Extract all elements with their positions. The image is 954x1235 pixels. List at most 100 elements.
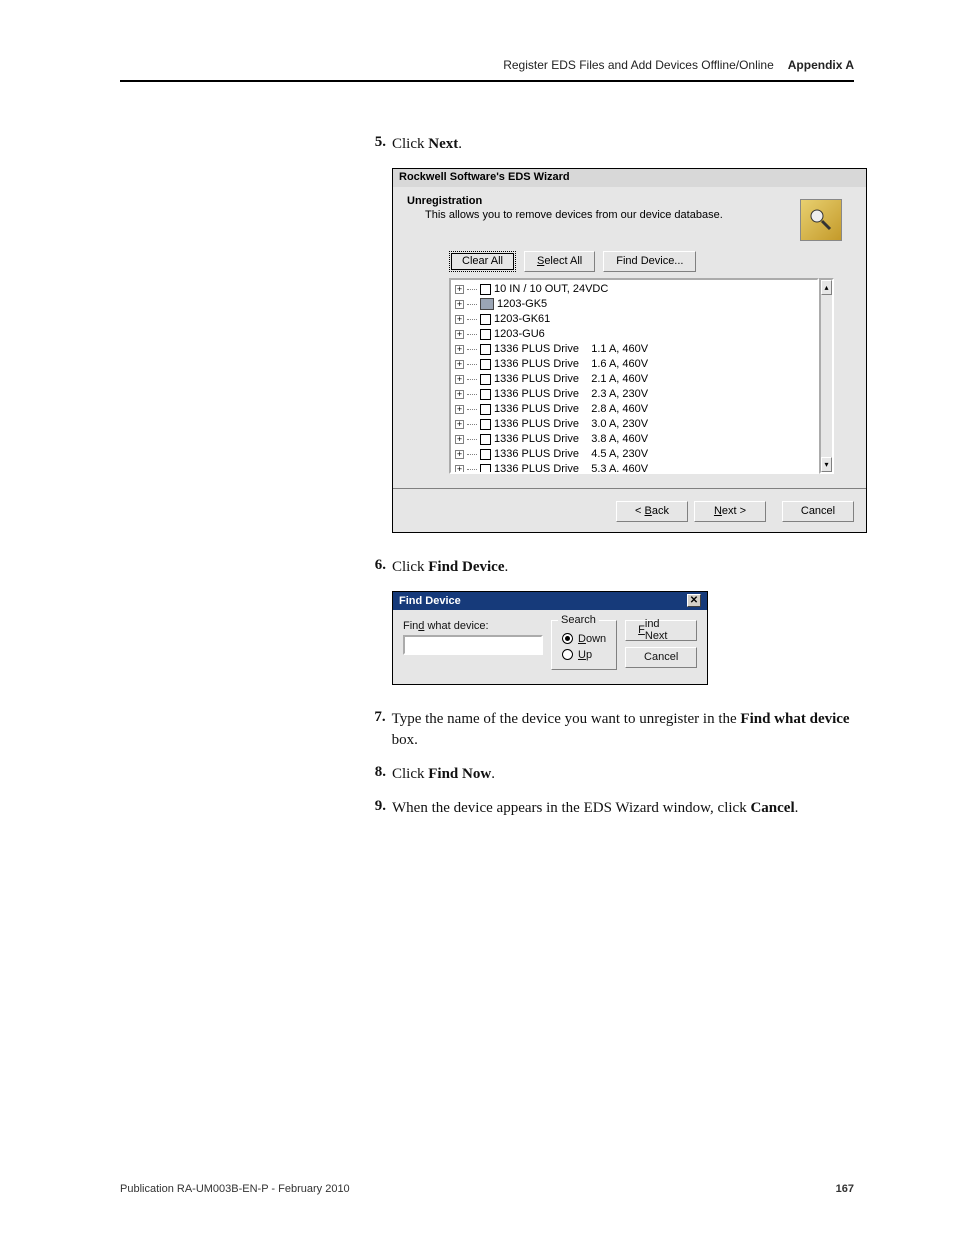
scrollbar[interactable]: ▴ ▾ <box>819 278 834 474</box>
expand-icon[interactable]: + <box>455 285 464 294</box>
page-number: 167 <box>836 1183 854 1195</box>
expand-icon[interactable]: + <box>455 435 464 444</box>
checkbox[interactable] <box>480 404 491 415</box>
label: ind Next <box>645 618 684 642</box>
cancel-button[interactable]: Cancel <box>782 501 854 522</box>
step-strong: Next <box>428 136 458 152</box>
label: < Back <box>635 505 669 517</box>
page-footer: Publication RA-UM003B-EN-P - February 20… <box>120 1183 854 1195</box>
list-item[interactable]: +1336 PLUS Drive 1.6 A, 460V <box>455 357 813 372</box>
expand-icon[interactable]: + <box>455 420 464 429</box>
step-number: 7. <box>368 709 386 726</box>
list-label: 10 IN / 10 OUT, 24VDC <box>494 283 608 295</box>
step-text: . <box>491 766 495 782</box>
expand-icon[interactable]: + <box>455 390 464 399</box>
radio-up[interactable]: Up <box>562 647 606 663</box>
expand-icon[interactable]: + <box>455 300 464 309</box>
radio-down[interactable]: Down <box>562 631 606 647</box>
label-text: what device: <box>424 620 488 632</box>
dialog-title: Find Device ✕ <box>393 592 707 610</box>
list-item[interactable]: +1336 PLUS Drive 3.0 A, 230V <box>455 417 813 432</box>
dialog-rule <box>393 488 866 489</box>
step-strong: Find Device <box>428 559 504 575</box>
step-text: . <box>795 800 799 816</box>
list-label: 1203-GK5 <box>497 298 547 310</box>
close-icon[interactable]: ✕ <box>687 594 701 607</box>
checkbox[interactable] <box>480 389 491 400</box>
expand-icon[interactable]: + <box>455 465 464 474</box>
clear-all-button[interactable]: Clear All <box>449 251 516 272</box>
label-u: F <box>638 624 645 636</box>
find-device-button[interactable]: Find Device... <box>603 251 696 272</box>
checkbox[interactable] <box>480 434 491 445</box>
dialog-footer: < Back< Back Next >Next > Cancel <box>393 491 866 532</box>
checkbox[interactable] <box>480 449 491 460</box>
radio-label: Up <box>578 649 592 661</box>
step-body: Click Find Device. <box>392 557 508 579</box>
list-item[interactable]: +1203-GU6 <box>455 327 813 342</box>
publication-info: Publication RA-UM003B-EN-P - February 20… <box>120 1183 350 1195</box>
step-text: . <box>458 136 462 152</box>
checkbox[interactable] <box>480 374 491 385</box>
header-section: Register EDS Files and Add Devices Offli… <box>503 58 774 72</box>
step-body: Click Next. <box>392 134 462 156</box>
step-body: When the device appears in the EDS Wizar… <box>392 798 798 820</box>
find-next-button[interactable]: Find Next <box>625 620 697 641</box>
checkbox[interactable] <box>480 329 491 340</box>
list-label: 1336 PLUS Drive 4.5 A, 230V <box>494 448 648 460</box>
expand-icon[interactable]: + <box>455 315 464 324</box>
list-item[interactable]: +10 IN / 10 OUT, 24VDC <box>455 282 813 297</box>
page-header: Register EDS Files and Add Devices Offli… <box>120 58 854 72</box>
list-label: 1336 PLUS Drive 2.1 A, 460V <box>494 373 648 385</box>
list-item[interactable]: +1336 PLUS Drive 4.5 A, 230V <box>455 447 813 462</box>
scroll-down-icon[interactable]: ▾ <box>821 457 832 472</box>
wizard-toolbar: Clear All SSelect Allelect All Find Devi… <box>449 251 852 272</box>
step-7: 7. Type the name of the device you want … <box>368 709 868 753</box>
expand-icon[interactable]: + <box>455 405 464 414</box>
list-item[interactable]: +1336 PLUS Drive 3.8 A, 460V <box>455 432 813 447</box>
header-appendix: Appendix A <box>788 58 854 72</box>
list-item[interactable]: +1336 PLUS Drive 1.1 A, 460V <box>455 342 813 357</box>
radio-icon[interactable] <box>562 649 573 660</box>
step-strong: Find Now <box>428 766 491 782</box>
expand-icon[interactable]: + <box>455 330 464 339</box>
step-text: Click <box>392 136 428 152</box>
wizard-heading: Unregistration <box>407 195 852 207</box>
step-strong: Find what device <box>740 711 849 727</box>
list-label: 1203-GK61 <box>494 313 550 325</box>
checkbox[interactable] <box>480 314 491 325</box>
step-text: Click <box>392 766 428 782</box>
radio-icon[interactable] <box>562 633 573 644</box>
dialog-title: Rockwell Software's EDS Wizard <box>393 169 866 187</box>
step-number: 5. <box>368 134 386 151</box>
expand-icon[interactable]: + <box>455 360 464 369</box>
back-button[interactable]: < Back< Back <box>616 501 688 522</box>
list-item[interactable]: +1203-GK61 <box>455 312 813 327</box>
checkbox[interactable] <box>480 359 491 370</box>
list-item[interactable]: +1203-GK5 <box>455 297 813 312</box>
next-button[interactable]: Next >Next > <box>694 501 766 522</box>
search-group: Down Up <box>551 620 617 670</box>
checkbox[interactable] <box>480 464 491 474</box>
cancel-button[interactable]: Cancel <box>625 647 697 668</box>
find-what-input[interactable] <box>403 635 543 655</box>
scroll-up-icon[interactable]: ▴ <box>821 280 832 295</box>
label-text: Fin <box>403 620 418 632</box>
content: 5. Click Next. Rockwell Software's EDS W… <box>368 134 868 820</box>
select-all-button[interactable]: SSelect Allelect All <box>524 251 595 272</box>
expand-icon[interactable]: + <box>455 450 464 459</box>
checkbox[interactable] <box>480 284 491 295</box>
list-item[interactable]: +1336 PLUS Drive 2.1 A, 460V <box>455 372 813 387</box>
list-item[interactable]: +1336 PLUS Drive 5.3 A, 460V <box>455 462 813 474</box>
wizard-icon <box>800 199 842 241</box>
list-item[interactable]: +1336 PLUS Drive 2.3 A, 230V <box>455 387 813 402</box>
expand-icon[interactable]: + <box>455 375 464 384</box>
checkbox[interactable] <box>480 419 491 430</box>
checkbox[interactable] <box>480 344 491 355</box>
list-label: 1336 PLUS Drive 3.0 A, 230V <box>494 418 648 430</box>
device-list[interactable]: +10 IN / 10 OUT, 24VDC +1203-GK5 +1203-G… <box>449 278 819 474</box>
expand-icon[interactable]: + <box>455 345 464 354</box>
list-label: 1203-GU6 <box>494 328 545 340</box>
list-label: 1336 PLUS Drive 2.8 A, 460V <box>494 403 648 415</box>
list-item[interactable]: +1336 PLUS Drive 2.8 A, 460V <box>455 402 813 417</box>
